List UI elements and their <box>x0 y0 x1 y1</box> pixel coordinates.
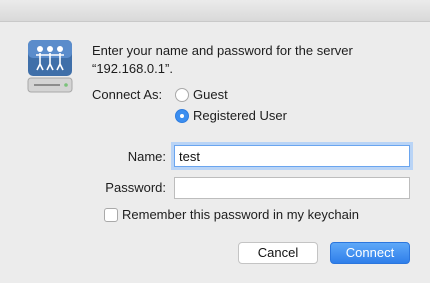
prompt-line-2: “192.168.0.1”. <box>92 61 173 76</box>
remember-password-label[interactable]: Remember this password in my keychain <box>122 207 359 222</box>
remember-password-checkbox[interactable] <box>104 208 118 222</box>
window-titlebar[interactable] <box>0 0 430 22</box>
name-field[interactable] <box>174 145 410 167</box>
guest-radio[interactable] <box>175 88 189 102</box>
dialog-prompt: Enter your name and password for the ser… <box>92 42 412 78</box>
cancel-button[interactable]: Cancel <box>238 242 318 264</box>
password-field[interactable] <box>174 177 410 199</box>
connect-as-label: Connect As: <box>92 87 163 102</box>
connect-button[interactable]: Connect <box>330 242 410 264</box>
registered-user-radio-label[interactable]: Registered User <box>193 108 287 123</box>
guest-radio-label[interactable]: Guest <box>193 87 228 102</box>
connect-to-server-dialog: Enter your name and password for the ser… <box>0 0 430 283</box>
name-label: Name: <box>127 149 166 164</box>
registered-user-radio[interactable] <box>175 109 189 123</box>
prompt-line-1: Enter your name and password for the ser… <box>92 43 353 58</box>
network-server-icon <box>27 40 73 93</box>
password-label: Password: <box>105 180 166 195</box>
